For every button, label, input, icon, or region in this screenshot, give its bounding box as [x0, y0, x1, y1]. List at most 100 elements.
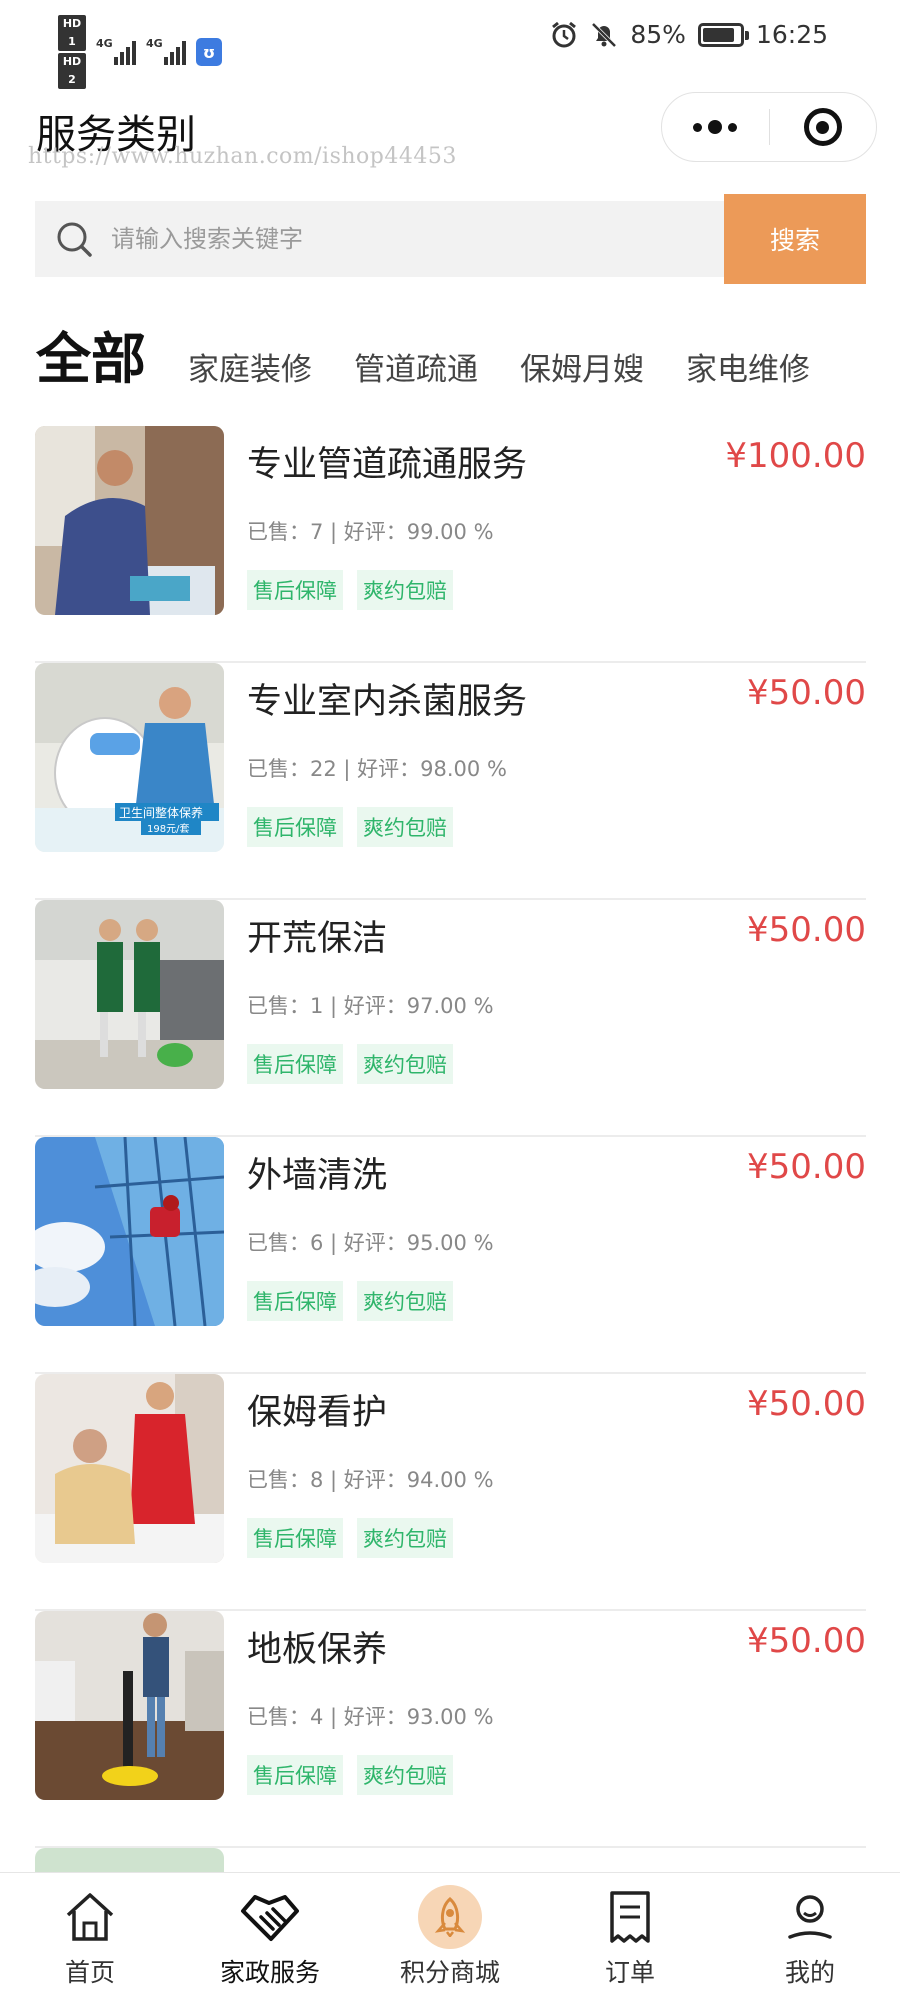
- service-name: 开荒保洁: [247, 919, 388, 959]
- nav-housekeeping[interactable]: 家政服务: [180, 1873, 360, 2000]
- battery-icon: [697, 22, 749, 47]
- tag-no-show-compensation: 爽约包赔: [357, 1044, 453, 1084]
- service-stats: 已售：1 | 好评：97.00 %: [247, 994, 494, 1018]
- target-icon: [803, 108, 842, 146]
- service-stats: 已售：4 | 好评：93.00 %: [247, 1705, 494, 1729]
- rocket-icon: [418, 1885, 482, 1949]
- service-name: 外墙清洗: [247, 1156, 388, 1196]
- close-mini-program-button[interactable]: [769, 108, 876, 146]
- service-tags: 售后保障 爽约包赔: [247, 1518, 453, 1558]
- tab-pipe-dredging[interactable]: 管道疏通: [354, 348, 478, 392]
- nav-home-label: 首页: [64, 1958, 115, 1987]
- search-button[interactable]: 搜索: [724, 194, 866, 284]
- service-list: 专业管道疏通服务 ¥100.00 已售：7 | 好评：99.00 % 售后保障 …: [35, 426, 866, 2000]
- tag-after-sale: 售后保障: [247, 1755, 343, 1795]
- service-tags: 售后保障 爽约包赔: [247, 570, 453, 610]
- mute-icon: [591, 22, 617, 47]
- tag-after-sale: 售后保障: [247, 570, 343, 610]
- service-price: ¥100.00: [725, 436, 866, 476]
- status-left: HD 1 HD 2 4G 4G ʊ: [58, 14, 222, 90]
- service-item[interactable]: 保姆看护 ¥50.00 已售：8 | 好评：94.00 % 售后保障 爽约包赔: [35, 1374, 866, 1611]
- nav-orders-label: 订单: [604, 1958, 655, 1987]
- service-image: 卫生间整体保养 198元/套: [35, 663, 224, 852]
- service-image: [35, 1137, 224, 1326]
- network-2-label: 4G: [146, 37, 163, 50]
- tag-no-show-compensation: 爽约包赔: [357, 807, 453, 847]
- tab-home-decoration[interactable]: 家庭装修: [188, 348, 312, 392]
- service-stats: 已售：22 | 好评：98.00 %: [247, 757, 507, 781]
- service-name: 地板保养: [247, 1630, 388, 1670]
- service-item[interactable]: 开荒保洁 ¥50.00 已售：1 | 好评：97.00 % 售后保障 爽约包赔: [35, 900, 866, 1137]
- notification-app-icon: ʊ: [196, 38, 222, 66]
- nav-points-mall[interactable]: 积分商城: [360, 1873, 540, 2000]
- clock: 16:25: [755, 20, 828, 49]
- mini-program-capsule: [661, 92, 877, 162]
- signal-1-icon: 4G: [96, 37, 136, 65]
- tab-nanny[interactable]: 保姆月嫂: [520, 348, 644, 392]
- tag-no-show-compensation: 爽约包赔: [357, 1755, 453, 1795]
- handshake-icon: [238, 1885, 302, 1949]
- battery-percent: 85%: [630, 20, 686, 49]
- search-icon: [57, 222, 92, 257]
- hd-indicators: HD 1 HD 2: [58, 14, 86, 90]
- service-stats: 已售：6 | 好评：95.00 %: [247, 1231, 494, 1255]
- network-1-label: 4G: [96, 37, 113, 50]
- service-tags: 售后保障 爽约包赔: [247, 807, 453, 847]
- search-bar: 搜索: [35, 194, 866, 284]
- nav-mine[interactable]: 我的: [720, 1873, 900, 2000]
- search-input[interactable]: [111, 225, 671, 253]
- service-tags: 售后保障 爽约包赔: [247, 1044, 453, 1084]
- tag-after-sale: 售后保障: [247, 807, 343, 847]
- service-tags: 售后保障 爽约包赔: [247, 1281, 453, 1321]
- tag-after-sale: 售后保障: [247, 1044, 343, 1084]
- signal-2-icon: 4G: [146, 37, 186, 65]
- alarm-icon: [552, 21, 577, 47]
- category-tabs: 全部 家庭装修 管道疏通 保姆月嫂 家电维修: [36, 322, 900, 392]
- nav-home[interactable]: 首页: [0, 1873, 180, 2000]
- watermark-text: https://www.huzhan.com/ishop44453: [28, 144, 457, 169]
- tag-no-show-compensation: 爽约包赔: [357, 570, 453, 610]
- status-bar: HD 1 HD 2 4G 4G ʊ 85% 16:25: [0, 0, 900, 89]
- service-item[interactable]: 专业管道疏通服务 ¥100.00 已售：7 | 好评：99.00 % 售后保障 …: [35, 426, 866, 663]
- service-name: 专业管道疏通服务: [247, 445, 528, 485]
- service-image: [35, 1374, 224, 1563]
- home-icon: [58, 1885, 122, 1949]
- service-name: 专业室内杀菌服务: [247, 682, 528, 722]
- tag-no-show-compensation: 爽约包赔: [357, 1518, 453, 1558]
- service-price: ¥50.00: [747, 1384, 866, 1424]
- service-name: 保姆看护: [247, 1393, 388, 1433]
- service-image: [35, 1611, 224, 1800]
- tab-appliance-repair[interactable]: 家电维修: [686, 348, 810, 392]
- status-right: 85% 16:25: [550, 20, 828, 49]
- service-price: ¥50.00: [747, 673, 866, 713]
- tag-after-sale: 售后保障: [247, 1518, 343, 1558]
- image-price-caption: 198元/套: [147, 822, 189, 835]
- tag-after-sale: 售后保障: [247, 1281, 343, 1321]
- bottom-nav: 首页 家政服务 积分商城 订单 我的: [0, 1872, 900, 2000]
- service-stats: 已售：8 | 好评：94.00 %: [247, 1468, 494, 1492]
- service-price: ¥50.00: [747, 1147, 866, 1187]
- image-caption: 卫生间整体保养: [119, 805, 203, 820]
- service-price: ¥50.00: [747, 1621, 866, 1661]
- more-options-button[interactable]: [662, 120, 769, 134]
- service-tags: 售后保障 爽约包赔: [247, 1755, 453, 1795]
- service-price: ¥50.00: [747, 910, 866, 950]
- battery-fill: [702, 27, 734, 42]
- service-item[interactable]: 外墙清洗 ¥50.00 已售：6 | 好评：95.00 % 售后保障 爽约包赔: [35, 1137, 866, 1374]
- search-box: [35, 201, 724, 277]
- service-item[interactable]: 卫生间整体保养 198元/套 专业室内杀菌服务 ¥50.00 已售：22 | 好…: [35, 663, 866, 900]
- service-stats: 已售：7 | 好评：99.00 %: [247, 520, 494, 544]
- service-image: [35, 426, 224, 615]
- nav-housekeeping-label: 家政服务: [219, 1958, 320, 1987]
- tab-all[interactable]: 全部: [36, 326, 146, 392]
- service-item[interactable]: 地板保养 ¥50.00 已售：4 | 好评：93.00 % 售后保障 爽约包赔: [35, 1611, 866, 1848]
- tag-no-show-compensation: 爽约包赔: [357, 1281, 453, 1321]
- service-image: [35, 900, 224, 1089]
- nav-mine-label: 我的: [784, 1958, 835, 1987]
- user-icon: [778, 1885, 842, 1949]
- nav-orders[interactable]: 订单: [540, 1873, 720, 2000]
- hd1-badge: HD 1: [58, 15, 86, 51]
- hd2-badge: HD 2: [58, 53, 86, 89]
- nav-points-mall-label: 积分商城: [399, 1958, 500, 1987]
- receipt-icon: [598, 1885, 662, 1949]
